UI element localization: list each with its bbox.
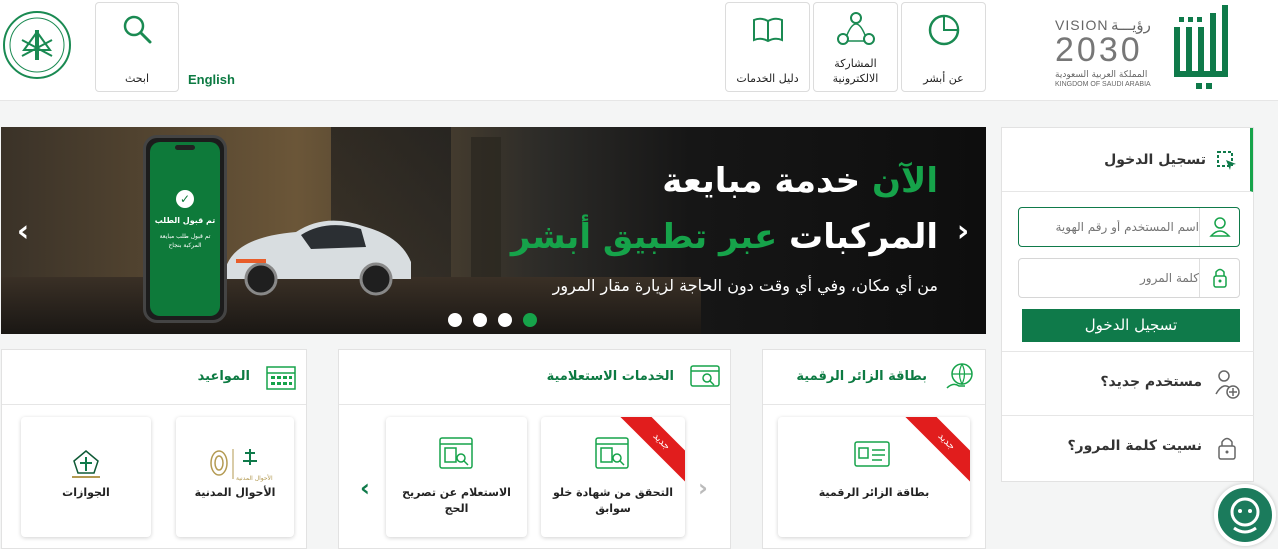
services-guide-label: دليل الخدمات <box>736 72 799 85</box>
new-user-label: مستخدم جديد؟ <box>1100 374 1202 390</box>
civil-affairs-card[interactable]: الأحوال المدنية الأحوال المدنية <box>176 417 294 537</box>
digital-visitor-card[interactable]: جديد بطاقة الزائر الرقمية <box>778 417 970 537</box>
search-label: ابحث <box>124 72 150 85</box>
chat-support-button[interactable] <box>1214 484 1276 546</box>
forgot-password-label: نسيت كلمة المرور؟ <box>1067 438 1202 454</box>
criminal-record-label: التحقق من شهادة خلو سوابق <box>552 486 673 515</box>
phone-body: تم قبول طلب مبايعة المركبة بنجاح <box>159 233 211 249</box>
login-panel: تسجيل الدخول تسجيل الدخول مستخد <box>1001 127 1254 482</box>
lock-question-icon <box>1218 437 1236 460</box>
login-submit-button[interactable]: تسجيل الدخول <box>1022 309 1240 342</box>
hero-headline-1-white: خدمة مبايعة <box>662 161 861 201</box>
password-input[interactable] <box>1021 261 1199 295</box>
carousel-next-arrow[interactable]: › <box>951 215 975 249</box>
civil-affairs-logo-text: الأحوال المدنية <box>236 475 273 482</box>
share-network-icon <box>836 12 875 45</box>
digital-visitor-label: بطاقة الزائر الرقمية <box>818 486 930 499</box>
passports-label: الجوازات <box>62 486 110 499</box>
hajj-permit-inquiry-card[interactable]: الاستعلام عن تصريح الحج <box>386 417 527 537</box>
hero-subtitle: من أي مكان، وفي أي وقت دون الحاجة لزيارة… <box>552 276 938 295</box>
document-search-icon <box>595 437 629 469</box>
carousel-prev-arrow[interactable]: ‹ <box>11 215 35 249</box>
appointments-header: المواعيد <box>2 350 306 405</box>
new-user-link[interactable]: مستخدم جديد؟ <box>1002 351 1254 415</box>
login-header: تسجيل الدخول <box>1002 128 1253 192</box>
inquiry-header: الخدمات الاستعلامية <box>339 350 730 405</box>
username-field[interactable] <box>1018 207 1240 247</box>
chat-bot-icon <box>1230 497 1260 534</box>
document-search-icon <box>439 437 473 469</box>
login-cursor-icon <box>1217 151 1236 170</box>
id-card-icon <box>854 441 890 467</box>
civil-affairs-label: الأحوال المدنية <box>194 486 276 499</box>
lock-icon <box>1213 268 1227 288</box>
pie-chart-icon <box>928 14 959 46</box>
carousel-dot[interactable] <box>473 313 487 327</box>
search-button[interactable]: ابحث <box>95 2 179 92</box>
carousel-dot-active[interactable] <box>523 313 537 327</box>
add-user-icon <box>1215 370 1240 399</box>
carousel-dot[interactable] <box>498 313 512 327</box>
vision-year: 2030 <box>1055 31 1143 69</box>
language-switch-link[interactable]: English <box>188 72 235 87</box>
hero-headline-2: المركبات عبر تطبيق أبشر <box>511 217 938 257</box>
kingdom-en: KINGDOM OF SAUDI ARABIA <box>1055 81 1151 88</box>
check-icon: ✓ <box>176 190 194 208</box>
hero-carousel: ✓ تم قبول الطلب تم قبول طلب مبايعة المرك… <box>1 127 986 334</box>
e-participation-label: المشاركة الالكترونية <box>832 57 879 85</box>
about-absher-tile[interactable]: عن أبشر <box>901 2 986 92</box>
phone-notch <box>175 145 195 150</box>
e-participation-tile[interactable]: المشاركة الالكترونية <box>813 2 898 92</box>
hero-headline-2-green: عبر تطبيق أبشر <box>510 217 778 257</box>
search-icon <box>123 15 152 44</box>
globe-hand-icon <box>946 363 973 389</box>
appointments-title: المواعيد <box>197 369 250 384</box>
passports-emblem <box>72 450 100 478</box>
phone-title: تم قبول الطلب <box>154 216 216 225</box>
user-icon <box>1209 217 1231 237</box>
hero-headline-1: الآن خدمة مبايعة <box>662 161 938 201</box>
saudi-emblem-logo[interactable] <box>2 10 72 80</box>
visitor-header: بطاقة الزائر الرقمية <box>763 350 985 405</box>
carousel-dot[interactable] <box>448 313 462 327</box>
criminal-record-check-card[interactable]: جديد التحقق من شهادة خلو سوابق <box>541 417 685 537</box>
open-book-icon <box>752 17 783 43</box>
services-guide-tile[interactable]: دليل الخدمات <box>725 2 810 92</box>
about-absher-label: عن أبشر <box>923 72 964 85</box>
forgot-password-link[interactable]: نسيت كلمة المرور؟ <box>1002 415 1254 479</box>
inquiry-prev-arrow[interactable]: › <box>698 474 708 502</box>
hajj-permit-label: الاستعلام عن تصريح الحج <box>402 486 511 515</box>
hero-headline-1-green: الآن <box>872 161 938 201</box>
username-input[interactable] <box>1021 210 1199 244</box>
car-image <box>216 207 416 302</box>
visitor-title: بطاقة الزائر الرقمية <box>796 369 927 384</box>
login-title: تسجيل الدخول <box>1104 152 1206 168</box>
site-header: ابحث English دليل الخدمات المشاركة الالك… <box>0 0 1278 101</box>
phone-mockup: ✓ تم قبول الطلب تم قبول طلب مبايعة المرك… <box>143 135 227 323</box>
kingdom-ar: المملكة العربية السعودية <box>1055 70 1148 80</box>
password-field[interactable] <box>1018 258 1240 298</box>
inquiry-next-arrow[interactable]: ‹ <box>360 474 370 502</box>
vision-2030-logo: VISION رؤيـــة 2030 المملكة العربية السع… <box>1053 15 1163 90</box>
new-badge: جديد <box>902 417 970 486</box>
passports-card[interactable]: الجوازات <box>21 417 151 537</box>
inquiry-title: الخدمات الاستعلامية <box>546 369 674 384</box>
absher-logo[interactable] <box>1170 5 1232 93</box>
browser-search-icon <box>690 365 720 387</box>
calendar-icon <box>266 366 296 390</box>
hero-headline-2-white: المركبات <box>789 217 938 257</box>
